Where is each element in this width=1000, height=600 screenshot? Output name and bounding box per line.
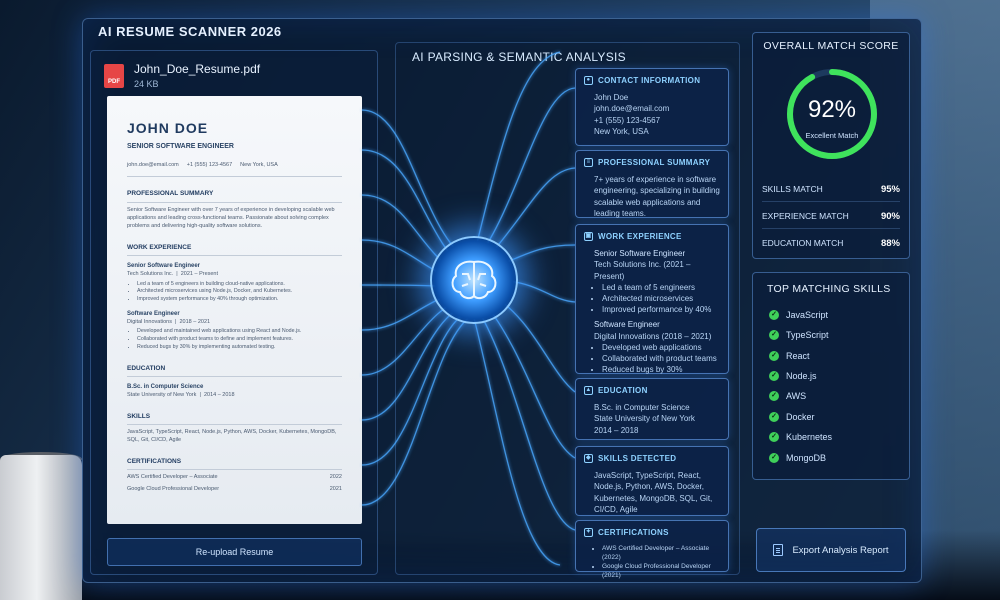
resume-summary: Senior Software Engineer with over 7 yea… xyxy=(127,206,335,229)
education-school: State University of New York xyxy=(594,414,695,424)
resume-document: JOHN DOE SENIOR SOFTWARE ENGINEER john.d… xyxy=(107,96,362,524)
certifications-list: AWS Certified Developer – Associate (202… xyxy=(602,544,720,580)
skills-detected-text: JavaScript, TypeScript, React, Node.js, … xyxy=(594,471,713,514)
check-icon: ✓ xyxy=(769,412,779,422)
report-icon xyxy=(773,544,784,556)
education-degree: B.Sc. in Computer Science xyxy=(594,403,690,413)
app-title: AI RESUME SCANNER 2026 xyxy=(98,24,282,39)
skill-item: ✓ AWS xyxy=(769,391,806,401)
check-icon: ✓ xyxy=(769,310,779,320)
resume-certs-heading: CERTIFICATIONS xyxy=(127,457,342,471)
check-icon: ✓ xyxy=(769,432,779,442)
skill-item: ✓ TypeScript xyxy=(769,330,829,340)
resume-education-heading: EDUCATION xyxy=(127,364,342,377)
job1-company: Tech Solutions Inc. (2021 – Present) xyxy=(594,260,691,281)
reupload-resume-button[interactable]: Re-upload Resume xyxy=(107,538,362,566)
resume-name: JOHN DOE xyxy=(127,120,209,136)
user-icon: ● xyxy=(584,76,593,86)
match-score-value: 92% xyxy=(807,96,857,123)
file-size: 24 KB xyxy=(134,79,159,89)
contact-info-card: ● CONTACT INFORMATION John Doe john.doe@e… xyxy=(575,68,729,146)
check-icon: ✓ xyxy=(769,351,779,361)
pdf-file-icon: PDF xyxy=(104,63,124,88)
summary-card: ≡ PROFESSIONAL SUMMARY 7+ years of experi… xyxy=(575,150,729,218)
resume-job-title: Senior Software Engineer xyxy=(127,263,201,270)
resume-experience-heading: WORK EXPERIENCE xyxy=(127,243,342,257)
experience-card: ▣ WORK EXPERIENCE Senior Software Enginee… xyxy=(575,224,729,374)
skill-item: ✓ Kubernetes xyxy=(769,432,832,442)
resume-job-company: Tech Solutions Inc. | 2021 – Present xyxy=(127,270,219,277)
summary-text: 7+ years of experience in software engin… xyxy=(594,175,720,218)
education-match-row: EDUCATION MATCH 88% xyxy=(762,238,900,249)
export-report-button[interactable]: Export Analysis Report xyxy=(756,528,906,572)
education-dates: 2014 – 2018 xyxy=(594,425,639,435)
resume-degree: B.Sc. in Computer Science xyxy=(127,383,204,390)
coffee-mug xyxy=(0,455,82,600)
resume-job-company: Digital Innovations | 2018 – 2021 xyxy=(127,318,211,325)
contact-name: John Doe xyxy=(594,93,629,103)
skills-detected-card: ◆ SKILLS DETECTED JavaScript, TypeScript,… xyxy=(575,446,729,516)
resume-job-bullets: Led a team of 5 engineers in building cl… xyxy=(137,281,342,304)
file-info: PDF John_Doe_Resume.pdf 24 KB xyxy=(104,62,260,89)
skill-item: ✓ JavaScript xyxy=(769,310,828,320)
job1-bullets: Led a team of 5 engineers Architected mi… xyxy=(602,282,720,316)
code-icon: ◆ xyxy=(584,454,593,464)
check-icon: ✓ xyxy=(769,453,779,463)
skill-item: ✓ Node.js xyxy=(769,371,817,381)
check-icon: ✓ xyxy=(769,391,779,401)
check-icon: ✓ xyxy=(769,330,779,340)
ai-brain-icon xyxy=(430,236,518,324)
resume-job-bullets: Developed and maintained web application… xyxy=(137,328,342,351)
job2-title: Software Engineer xyxy=(594,320,660,330)
certificate-icon: ✦ xyxy=(584,528,593,538)
job1-title: Senior Software Engineer xyxy=(594,249,686,259)
resume-contact: john.doe@email.com +1 (555) 123-4567 New… xyxy=(127,162,342,178)
skill-item: ✓ MongoDB xyxy=(769,453,826,463)
resume-cert: AWS Certified Developer – Associate 2022 xyxy=(127,474,342,481)
job2-bullets: Developed web applications Collaborated … xyxy=(602,342,720,376)
contact-email: john.doe@email.com xyxy=(594,104,670,114)
skills-match-row: SKILLS MATCH 95% xyxy=(762,184,900,202)
resume-skills: JavaScript, TypeScript, React, Node.js, … xyxy=(127,429,337,443)
resume-phone: +1 (555) 123-4567 xyxy=(186,162,233,169)
match-score-title: OVERALL MATCH SCORE xyxy=(763,40,899,52)
graduation-cap-icon: ▲ xyxy=(584,386,593,396)
skill-item: ✓ Docker xyxy=(769,412,815,422)
resume-school: State University of New York | 2014 – 20… xyxy=(127,391,235,398)
certifications-card: ✦CERTIFICATIONS AWS Certified Developer … xyxy=(575,520,729,579)
experience-match-row: EXPERIENCE MATCH 90% xyxy=(762,211,900,229)
resume-skills-heading: SKILLS xyxy=(127,412,342,425)
top-skills-title: TOP MATCHING SKILLS xyxy=(767,283,891,295)
skill-item: ✓ React xyxy=(769,351,810,361)
match-score-caption: Excellent Match xyxy=(805,131,859,140)
resume-job-title: Software Engineer xyxy=(127,310,180,317)
resume-cert: Google Cloud Professional Developer 2021 xyxy=(127,486,342,493)
resume-location: New York, USA xyxy=(240,162,278,169)
resume-role: SENIOR SOFTWARE ENGINEER xyxy=(127,143,234,151)
resume-summary-heading: PROFESSIONAL SUMMARY xyxy=(127,189,342,203)
document-icon: ≡ xyxy=(584,158,593,168)
contact-location: New York, USA xyxy=(594,126,649,136)
job2-company: Digital Innovations (2018 – 2021) xyxy=(594,331,712,341)
file-name: John_Doe_Resume.pdf xyxy=(134,62,261,76)
education-card: ▲ EDUCATION B.Sc. in Computer Science Sta… xyxy=(575,378,729,440)
briefcase-icon: ▣ xyxy=(584,232,593,242)
contact-phone: +1 (555) 123-4567 xyxy=(594,115,661,125)
resume-email: john.doe@email.com xyxy=(127,162,179,169)
check-icon: ✓ xyxy=(769,371,779,381)
brain-icon xyxy=(451,260,497,300)
analysis-title: AI PARSING & SEMANTIC ANALYSIS xyxy=(412,50,626,64)
